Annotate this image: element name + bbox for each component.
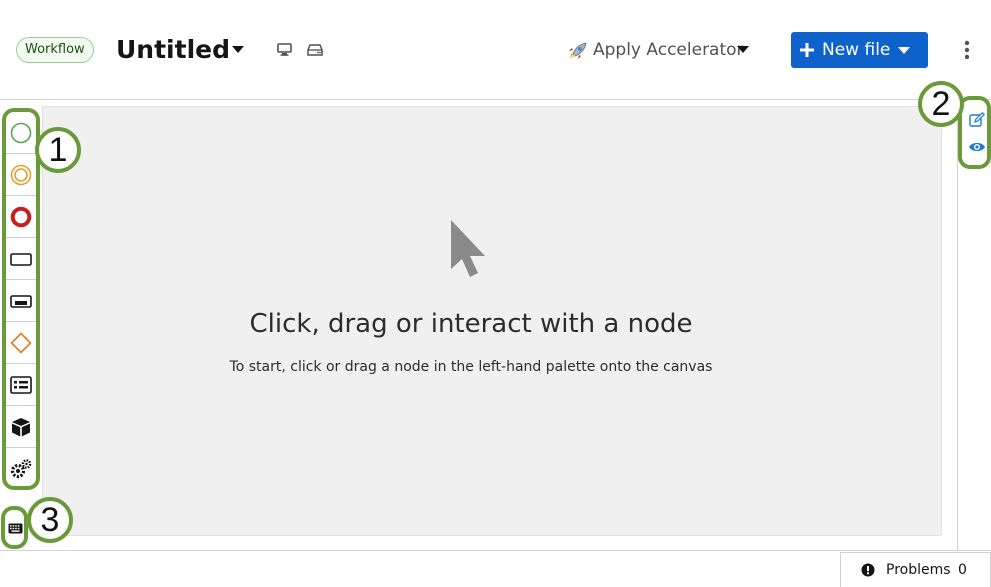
lane-icon (10, 376, 32, 394)
empty-state-subtitle: To start, click or drag a node in the le… (229, 359, 713, 375)
gateway-icon (10, 332, 32, 354)
task-icon (10, 253, 32, 266)
new-file-button[interactable]: New file (791, 32, 928, 68)
title-dropdown-icon[interactable] (232, 46, 244, 53)
drive-icon[interactable] (307, 44, 323, 56)
mouse-pointer-icon (449, 219, 493, 285)
problems-label: Problems (886, 562, 951, 578)
end-event-icon (10, 206, 32, 228)
problems-tab[interactable]: Problems 0 (840, 552, 991, 587)
callout-1: 1 (35, 127, 81, 173)
keyboard-icon (8, 523, 23, 534)
keyboard-shortcuts-button[interactable] (1, 506, 28, 549)
new-file-label: New file (822, 40, 891, 60)
apply-accelerator-label: Apply Accelerator (593, 40, 744, 60)
plus-icon (799, 42, 815, 62)
subprocess-icon (10, 295, 32, 308)
callout-2: 2 (918, 81, 964, 127)
palette-item-start-event[interactable] (6, 112, 36, 154)
kebab-icon[interactable] (962, 40, 972, 64)
workflow-badge: Workflow (16, 37, 94, 63)
diagram-title[interactable]: Untitled (116, 33, 230, 67)
desktop-icon[interactable] (277, 43, 292, 56)
rocket-icon (567, 41, 587, 69)
start-event-icon (10, 122, 32, 144)
palette-item-end-event[interactable] (6, 196, 36, 238)
custom-task-icon (12, 418, 30, 437)
app-header: Workflow Untitled Apply Accelerator New … (0, 0, 991, 100)
palette-item-settings[interactable] (6, 448, 36, 486)
palette-item-lane[interactable] (6, 364, 36, 406)
new-file-dropdown-icon[interactable] (898, 47, 910, 54)
settings-gears-icon (10, 459, 32, 479)
palette-item-intermediate-event[interactable] (6, 154, 36, 196)
exclamation-icon (861, 563, 875, 577)
callout-3: 3 (27, 497, 73, 543)
problems-count: 0 (958, 562, 967, 578)
intermediate-event-icon (10, 164, 32, 186)
palette-item-gateway[interactable] (6, 322, 36, 364)
palette-item-subprocess[interactable] (6, 280, 36, 322)
eye-icon[interactable] (968, 141, 986, 153)
palette-item-task[interactable] (6, 238, 36, 280)
edit-icon[interactable] (969, 112, 985, 128)
empty-state-title: Click, drag or interact with a node (249, 309, 693, 339)
node-palette (2, 108, 40, 490)
accelerator-dropdown-icon[interactable] (737, 46, 749, 53)
palette-item-custom-task[interactable] (6, 406, 36, 448)
